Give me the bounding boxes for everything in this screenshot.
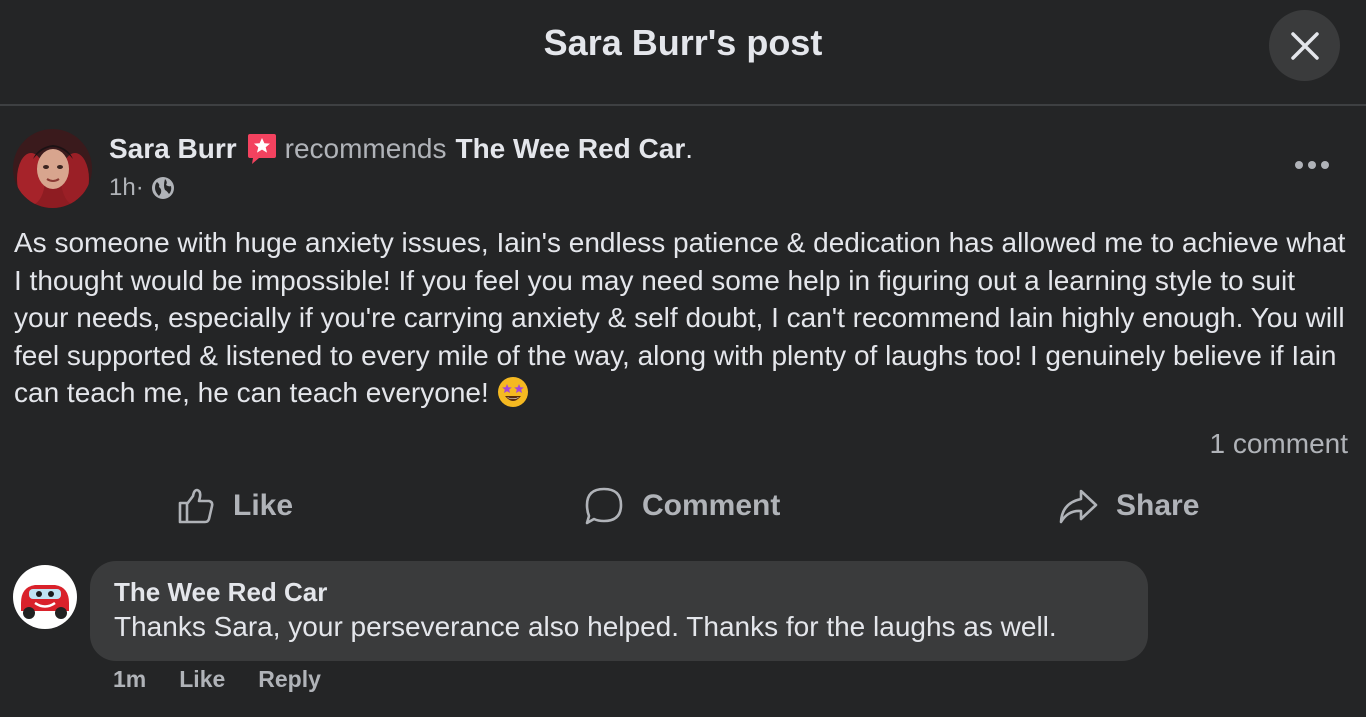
comment-bubble-icon <box>585 487 623 525</box>
like-button[interactable]: Like <box>177 482 293 530</box>
comment-timestamp[interactable]: 1m <box>113 666 146 693</box>
more-options-button[interactable] <box>1289 150 1335 180</box>
more-options-icon <box>1295 161 1329 169</box>
thumbs-up-icon <box>178 488 214 524</box>
share-button[interactable]: Share <box>1058 482 1199 530</box>
comment-like-button[interactable]: Like <box>179 666 225 693</box>
star-struck-emoji-icon <box>497 376 529 408</box>
dialog-title: Sara Burr's post <box>543 22 823 63</box>
comment-button[interactable]: Comment <box>584 482 780 530</box>
commenter-avatar[interactable] <box>13 565 77 629</box>
author-name[interactable]: Sara Burr <box>109 133 237 165</box>
post-author-line: Sara Burr recommends The Wee Red Car . <box>109 132 693 166</box>
comment-count[interactable]: 1 comment <box>1210 428 1349 460</box>
comment-bubble: The Wee Red Car Thanks Sara, your persev… <box>90 561 1148 661</box>
like-label: Like <box>233 489 294 522</box>
commenter-avatar-image <box>13 565 77 629</box>
post-timestamp[interactable]: 1h <box>109 174 136 202</box>
comment-label: Comment <box>642 489 781 522</box>
close-button[interactable] <box>1269 10 1340 81</box>
recommended-page-name[interactable]: The Wee Red Car <box>455 133 685 165</box>
comment-reply-button[interactable]: Reply <box>258 666 321 693</box>
avatar-image <box>13 129 92 208</box>
meta-separator: · <box>135 174 144 201</box>
period: . <box>685 133 694 164</box>
share-arrow-icon <box>1059 489 1098 524</box>
comment-footer: 1m Like Reply <box>113 666 321 693</box>
comment-author[interactable]: The Wee Red Car <box>114 577 327 608</box>
recommends-label: recommends <box>284 133 447 164</box>
dialog-header: Sara Burr's post <box>0 0 1366 106</box>
post-body: As someone with huge anxiety issues, Iai… <box>14 224 1354 412</box>
comment-text: Thanks Sara, your perseverance also help… <box>114 611 1057 642</box>
author-avatar[interactable] <box>13 129 92 208</box>
post-dialog: Sara Burr's post Sara Burr recommends Th… <box>0 0 1366 717</box>
post-meta: 1h · <box>109 174 176 202</box>
globe-icon[interactable] <box>150 175 176 201</box>
share-label: Share <box>1116 489 1200 522</box>
recommendation-star-icon <box>245 132 279 166</box>
post-text: As someone with huge anxiety issues, Iai… <box>14 227 1346 408</box>
close-icon <box>1290 31 1319 60</box>
